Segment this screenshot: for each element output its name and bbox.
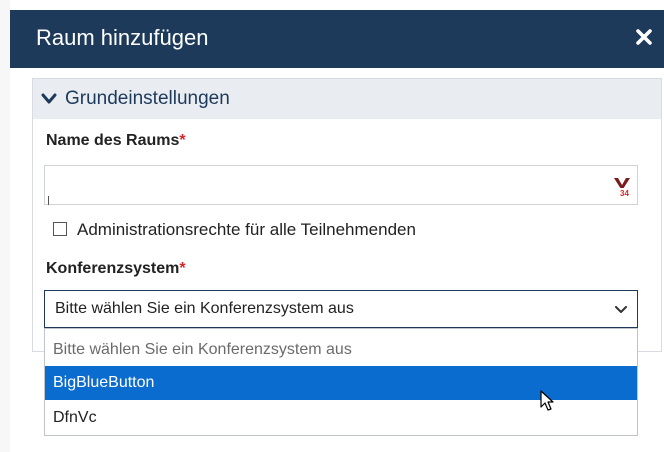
option-label: BigBlueButton [53, 374, 155, 391]
text-caret [48, 196, 49, 205]
conference-system-dropdown: Bitte wählen Sie ein Konferenzsystem aus… [44, 328, 638, 436]
section-title: Grundeinstellungen [65, 88, 230, 109]
chevron-down-icon [41, 93, 57, 104]
add-room-dialog: Raum hinzufügen Grundeinstellungen Name … [10, 10, 664, 452]
dialog-title: Raum hinzufügen [36, 25, 209, 50]
dropdown-option-placeholder[interactable]: Bitte wählen Sie ein Konferenzsystem aus [45, 333, 637, 367]
admin-rights-checkbox[interactable] [53, 222, 67, 236]
option-label: DfnVc [53, 409, 97, 426]
room-name-label: Name des Raums* [46, 132, 186, 150]
password-manager-icon[interactable]: 34 [613, 177, 631, 197]
close-icon[interactable] [634, 27, 654, 47]
select-current-value: Bitte wählen Sie ein Konferenzsystem aus [55, 300, 354, 317]
section-header-basic-settings[interactable]: Grundeinstellungen [33, 79, 661, 119]
chevron-down-icon [615, 306, 627, 313]
option-label: Bitte wählen Sie ein Konferenzsystem aus [53, 341, 352, 358]
conference-system-label-text: Konferenzsystem [46, 260, 180, 277]
room-name-input[interactable]: 34 [44, 165, 638, 205]
room-name-label-text: Name des Raums [46, 132, 180, 149]
admin-rights-label[interactable]: Administrationsrechte für alle Teilnehme… [77, 220, 416, 240]
svg-text:34: 34 [620, 189, 629, 197]
required-mark: * [179, 132, 186, 149]
conference-system-select[interactable]: Bitte wählen Sie ein Konferenzsystem aus [44, 290, 638, 328]
dialog-header: Raum hinzufügen [10, 10, 664, 68]
conference-system-label: Konferenzsystem* [46, 260, 186, 278]
background-edge [0, 0, 10, 452]
required-mark: * [179, 260, 186, 277]
mouse-cursor-icon [540, 390, 554, 411]
